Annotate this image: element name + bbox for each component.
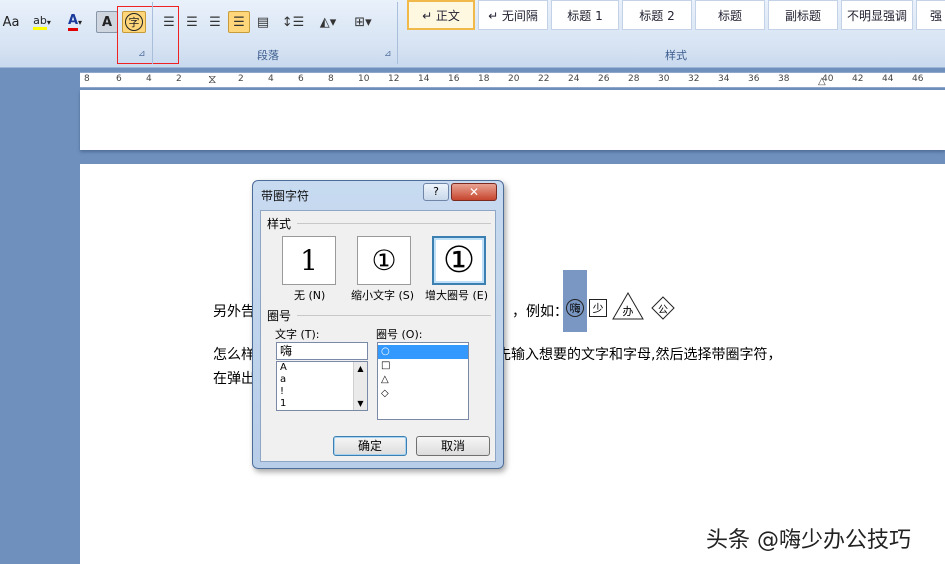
circled-char-diamond: 公	[651, 296, 675, 320]
style-subtitle[interactable]: 副标题	[768, 0, 838, 30]
line-spacing-icon[interactable]: ↕☰	[278, 11, 308, 33]
help-button[interactable]: ?	[423, 183, 449, 201]
cancel-button[interactable]: 取消	[416, 436, 490, 456]
style-section-label: 样式	[267, 217, 292, 231]
circled-char-square: 少	[589, 299, 607, 317]
style-heading-2[interactable]: 标题 2	[622, 0, 692, 30]
style-none-option[interactable]: 1	[282, 236, 336, 285]
close-button[interactable]: ✕	[451, 183, 497, 201]
doc-line-3-start: 在弹出	[213, 371, 255, 387]
ok-button[interactable]: 确定	[333, 436, 407, 456]
paragraph-group-label: 段落	[257, 49, 279, 62]
distributed-icon[interactable]: ▤	[252, 11, 274, 33]
dialog-title: 带圈字符	[261, 189, 310, 203]
horizontal-ruler[interactable]: 8 6 4 2 2 4 6 8 10 12 14 16 18 20 22 24 …	[80, 72, 945, 88]
align-left-icon[interactable]: ☰	[158, 11, 180, 33]
doc-line-1-start: 另外告	[213, 304, 255, 320]
right-indent-icon[interactable]: △	[818, 76, 826, 87]
enclosure-diamond-item[interactable]: ◇	[378, 387, 468, 401]
style-strong[interactable]: 强	[916, 0, 945, 30]
text-listbox[interactable]: A a ! 1 ▲ ▼	[276, 361, 368, 411]
style-subtle-emphasis[interactable]: 不明显强调	[841, 0, 913, 30]
enclosure-triangle-item[interactable]: △	[378, 373, 468, 387]
style-shrink-option[interactable]: ①	[357, 236, 411, 285]
font-dialog-launcher[interactable]: ⊿	[138, 49, 146, 59]
page-previous	[80, 90, 945, 150]
highlight-icon: ab	[33, 14, 47, 30]
align-center-icon[interactable]: ☰	[181, 11, 203, 33]
ribbon: Aa ab ▾ A ▾ A 字 ⊿ ☰ ☰ ☰ ☰ ▤ ↕☰ ◭▾ ⊞▾ 段落 ⊿ …	[0, 0, 945, 68]
paragraph-dialog-launcher[interactable]: ⊿	[384, 49, 392, 59]
doc-line-2-end: 先输入想要的文字和字母,然后选择带圈字符，	[497, 347, 782, 363]
enclosure-listbox[interactable]: ○ □ △ ◇	[377, 342, 469, 420]
styles-group-label: 样式	[665, 49, 687, 62]
font-color-button[interactable]: A ▾	[60, 11, 90, 33]
style-normal[interactable]: ↵ 正文	[407, 0, 475, 30]
style-enlarge-option[interactable]: ①	[432, 236, 486, 285]
shading-icon[interactable]: ◭▾	[312, 11, 344, 33]
doc-line-1-end: ，例如：	[512, 304, 568, 320]
style-shrink-label[interactable]: 缩小文字 (S)	[351, 287, 414, 303]
text-input[interactable]: 嗨	[276, 342, 368, 360]
borders-icon[interactable]: ⊞▾	[348, 11, 378, 33]
highlight-color-button[interactable]: ab ▾	[26, 11, 58, 33]
indent-marker-icon[interactable]: ⧖	[208, 73, 216, 87]
page-current[interactable]	[80, 164, 945, 564]
enclosure-square-item[interactable]: □	[378, 359, 468, 373]
style-enlarge-label[interactable]: 增大圈号 (E)	[425, 287, 488, 303]
doc-line-2-start: 怎么样	[213, 347, 255, 363]
circled-char-triangle: 办	[612, 292, 644, 320]
character-shading-button[interactable]: A	[96, 11, 118, 33]
watermark: 头条 @嗨少办公技巧	[706, 528, 911, 553]
enclosure-circle-item[interactable]: ○	[378, 345, 468, 359]
style-none-label[interactable]: 无 (N)	[294, 287, 325, 303]
text-list-scrollbar[interactable]: ▲ ▼	[353, 362, 367, 410]
circled-char-circle: 嗨	[566, 299, 584, 317]
style-heading-1[interactable]: 标题 1	[551, 0, 619, 30]
font-color-icon: A	[67, 13, 79, 31]
scroll-up-icon[interactable]: ▲	[354, 364, 367, 373]
enclose-characters-dialog: 带圈字符 ? ✕ 样式 1 无 (N) ① 缩小文字 (S) ① 增大圈号 (E…	[252, 180, 504, 469]
scroll-down-icon[interactable]: ▼	[354, 399, 367, 408]
enclosure-field-label: 圈号 (O):	[376, 328, 423, 341]
change-case-button[interactable]: Aa	[0, 11, 22, 33]
align-right-icon[interactable]: ☰	[204, 11, 226, 33]
enclosure-section-label: 圈号	[267, 309, 292, 323]
style-title[interactable]: 标题	[695, 0, 765, 30]
justify-icon[interactable]: ☰	[228, 11, 250, 33]
text-field-label: 文字 (T):	[275, 328, 320, 341]
style-no-spacing[interactable]: ↵ 无间隔	[478, 0, 548, 30]
dialog-body: 样式 1 无 (N) ① 缩小文字 (S) ① 增大圈号 (E) 圈号 文字 (…	[260, 210, 496, 462]
